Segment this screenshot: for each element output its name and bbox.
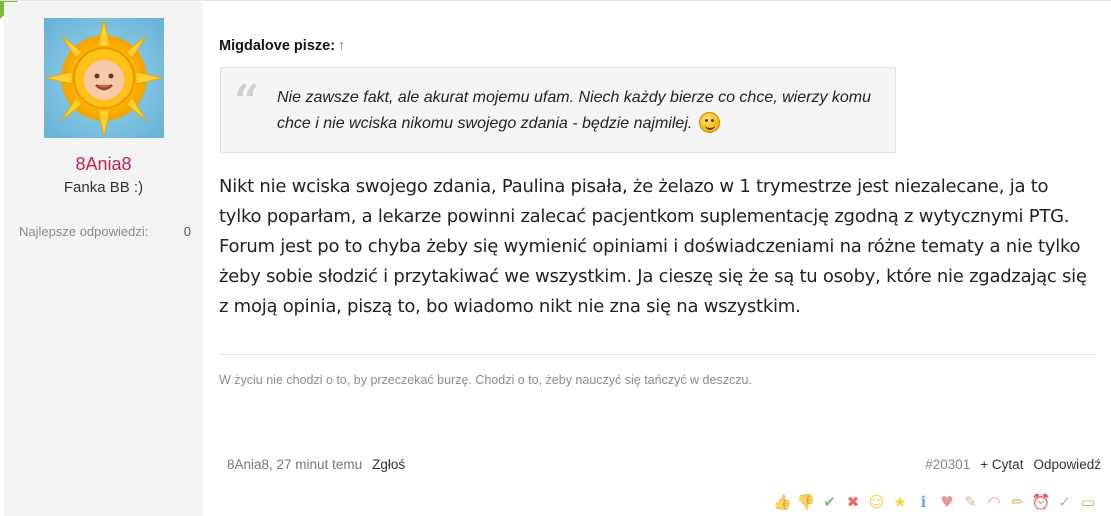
alarm-icon[interactable]: ⏰ — [1031, 492, 1051, 512]
post-footer-meta: 8Ania8, 27 minut temu Zgłoś — [227, 457, 405, 472]
quote-author-name[interactable]: Migdalove pisze: — [219, 38, 335, 54]
post-user-panel: 8Ania8 Fanka BB :) Najlepsze odpowiedzi:… — [4, 2, 203, 516]
post-footer-actions: #20301 + Cytat Odpowiedź — [925, 457, 1101, 472]
quote-button[interactable]: + Cytat — [980, 457, 1023, 472]
reaction-bar: 👍 👎 ✔ ✖ ☺ ★ ℹ ♥ ✎ ◠ ✏ ⏰ ✓ ▭ — [769, 492, 1098, 512]
reply-button[interactable]: Odpowiedź — [1033, 457, 1101, 472]
forum-post: 8Ania8 Fanka BB :) Najlepsze odpowiedzi:… — [0, 0, 1111, 516]
cross-icon[interactable]: ✖ — [843, 492, 863, 512]
sun-baby-avatar-icon — [45, 19, 163, 137]
best-answers-label: Najlepsze odpowiedzi: — [19, 224, 149, 239]
best-answers-value: 0 — [183, 224, 191, 239]
username[interactable]: 8Ania8 — [4, 154, 203, 175]
post-author-time[interactable]: 8Ania8, 27 minut temu — [227, 457, 362, 472]
best-answers-stat: Najlepsze odpowiedzi: 0 — [19, 224, 191, 239]
abc-icon[interactable]: ✓ — [1055, 492, 1075, 512]
rainbow-icon[interactable]: ◠ — [984, 492, 1004, 512]
report-link[interactable]: Zgłoś — [372, 457, 405, 472]
signature-divider — [219, 354, 1097, 355]
post-message: Nikt nie wciska swojego zdania, Paulina … — [219, 176, 1087, 317]
check-icon[interactable]: ✔ — [820, 492, 840, 512]
bone-icon[interactable]: ✎ — [961, 492, 981, 512]
thumbs-down-icon[interactable]: 👎 — [796, 492, 816, 512]
info-icon[interactable]: ℹ — [914, 492, 934, 512]
user-signature: W życiu nie chodzi o to, by przeczekać b… — [219, 373, 752, 387]
quote-author: Migdalove pisze: ↑ — [219, 38, 345, 54]
quote-mark-icon: “ — [234, 76, 260, 127]
quote-text: Nie zawsze fakt, ale akurat mojemu ufam.… — [277, 85, 877, 137]
avatar[interactable] — [44, 18, 164, 138]
star-icon[interactable]: ★ — [890, 492, 910, 512]
post-number-link[interactable]: #20301 — [925, 457, 970, 472]
pencil-icon[interactable]: ✏ — [1008, 492, 1028, 512]
jump-to-quote-arrow-icon[interactable]: ↑ — [338, 38, 345, 54]
quote-text-content: Nie zawsze fakt, ale akurat mojemu ufam.… — [277, 89, 872, 132]
smiley-emoticon-icon — [698, 112, 720, 133]
heart-icon[interactable]: ♥ — [937, 492, 957, 512]
quote-block: “ Nie zawsze fakt, ale akurat mojemu ufa… — [220, 67, 896, 153]
thumbs-up-icon[interactable]: 👍 — [773, 492, 793, 512]
smile-icon[interactable]: ☺ — [867, 492, 887, 512]
user-title: Fanka BB :) — [63, 179, 144, 196]
box-icon[interactable]: ▭ — [1078, 492, 1098, 512]
